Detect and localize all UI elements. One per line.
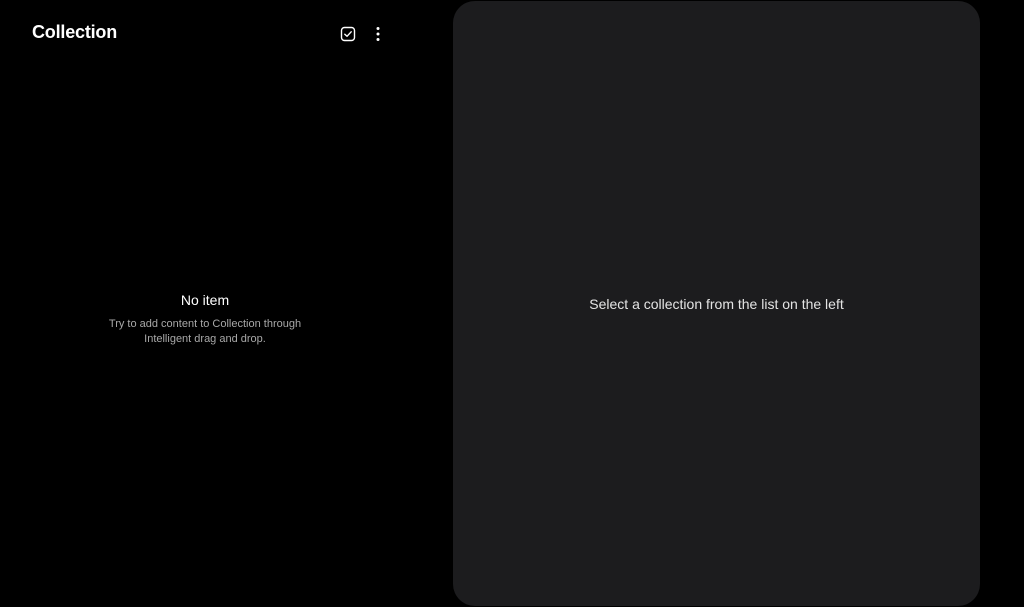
more-options-icon bbox=[375, 26, 381, 42]
empty-state: No item Try to add content to Collection… bbox=[0, 292, 410, 347]
empty-state-title: No item bbox=[180, 292, 230, 308]
page-title: Collection bbox=[32, 22, 118, 42]
collection-detail-pane: Select a collection from the list on the… bbox=[453, 1, 980, 606]
app-screen: Collection No item Try to add content to… bbox=[0, 0, 1024, 607]
detail-placeholder-text: Select a collection from the list on the… bbox=[589, 296, 844, 312]
select-button[interactable] bbox=[336, 22, 360, 46]
collection-list-pane: Collection No item Try to add content to… bbox=[0, 0, 410, 607]
select-checkbox-icon bbox=[340, 26, 356, 42]
empty-state-description: Try to add content to Collection through… bbox=[108, 318, 302, 345]
more-options-button[interactable] bbox=[366, 22, 390, 46]
app-bar: Collection bbox=[0, 0, 410, 70]
